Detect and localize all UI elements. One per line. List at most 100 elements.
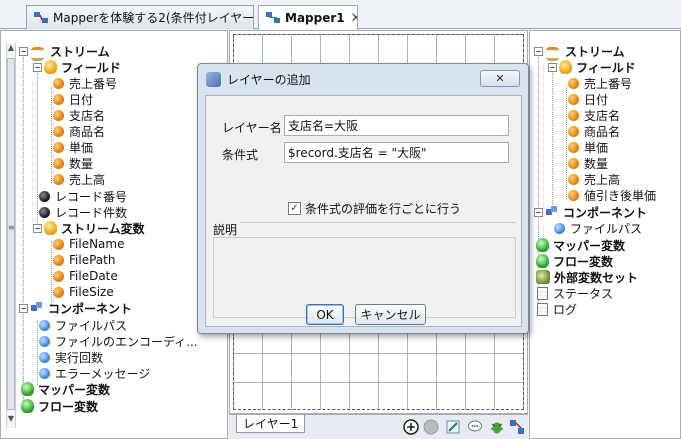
tree-field-item[interactable]: 売上番号 bbox=[568, 75, 632, 91]
tab-mapper-tutorial[interactable]: Mapperを体験する2(条件付レイヤー) ✕ bbox=[26, 5, 254, 29]
expander-icon[interactable]: − bbox=[33, 62, 42, 72]
tree-node-mapper-vars[interactable]: マッパー変数 bbox=[21, 381, 110, 397]
tree-field-item[interactable]: 日付 bbox=[53, 91, 93, 107]
tree-component-item[interactable]: ファイルパス bbox=[39, 317, 127, 333]
tree-node-log[interactable]: ログ bbox=[537, 301, 577, 317]
tab-mapper1[interactable]: Mapper1 ✕ bbox=[258, 5, 358, 30]
tree-node-flow-vars[interactable]: フロー変数 bbox=[21, 398, 98, 414]
tree-field-item[interactable]: 数量 bbox=[53, 155, 93, 171]
dialog-titlebar[interactable]: レイヤーの追加 bbox=[198, 64, 528, 94]
condition-label: 条件式 bbox=[222, 148, 259, 162]
tree-node-stream[interactable]: − ストリーム bbox=[534, 43, 625, 61]
close-icon[interactable]: ✕ bbox=[351, 11, 357, 26]
tree-label: ステータス bbox=[553, 286, 614, 301]
tree-node-ext-var-set[interactable]: 外部変数セット bbox=[536, 269, 638, 285]
expander-icon[interactable]: − bbox=[534, 207, 543, 217]
cancel-button[interactable]: キャンセル bbox=[355, 304, 426, 325]
tree-node-component[interactable]: − コンポーネント bbox=[534, 204, 647, 220]
tree-field-item[interactable]: 売上番号 bbox=[53, 75, 117, 91]
tree-stream-var-item[interactable]: FileSize bbox=[53, 284, 114, 300]
tree-label: コンポーネント bbox=[563, 205, 648, 220]
expander-icon[interactable]: − bbox=[33, 223, 42, 233]
tree-component-item[interactable]: ファイルパス bbox=[554, 220, 642, 236]
close-icon[interactable]: ✕ bbox=[480, 70, 520, 87]
field-icon bbox=[53, 93, 64, 105]
field-icon bbox=[53, 125, 64, 137]
grip-icon: ≡ bbox=[8, 223, 15, 232]
comment-icon[interactable] bbox=[466, 418, 484, 436]
tree-node-status[interactable]: ステータス bbox=[537, 285, 613, 301]
tree-stream-var-item[interactable]: FileName bbox=[53, 236, 124, 252]
tree-field-item[interactable]: 支店名 bbox=[53, 107, 105, 123]
tree-field-item[interactable]: 単価 bbox=[568, 139, 608, 155]
tree-field-item[interactable]: 日付 bbox=[568, 91, 608, 107]
expander-icon[interactable]: − bbox=[19, 46, 28, 56]
tree-component-item[interactable]: ファイルのエンコーディ... bbox=[39, 333, 198, 349]
tree-label: 実行回数 bbox=[55, 350, 104, 365]
tree-component-item[interactable]: 実行回数 bbox=[39, 349, 103, 365]
field-icon bbox=[568, 157, 579, 169]
tree-label: レコード番号 bbox=[55, 189, 128, 204]
tree-label: 支店名 bbox=[69, 108, 106, 123]
layer-name-input[interactable] bbox=[284, 115, 509, 136]
vertical-scrollbar[interactable]: ▲ ≡ ▼ bbox=[6, 43, 16, 428]
tree-field-item[interactable]: 売上高 bbox=[53, 171, 105, 187]
add-layer-icon[interactable] bbox=[402, 418, 420, 436]
per-row-eval-option[interactable]: ✓ 条件式の評価を行ごとに行う bbox=[288, 200, 461, 217]
mapper-settings-icon[interactable] bbox=[508, 418, 526, 436]
tree-node-fields[interactable]: − フィールド bbox=[548, 59, 636, 75]
tree-label: 売上高 bbox=[584, 172, 621, 187]
scroll-down-icon[interactable]: ▼ bbox=[7, 414, 15, 423]
tree-field-item[interactable]: 支店名 bbox=[568, 107, 620, 123]
expander-icon[interactable]: − bbox=[548, 62, 557, 72]
remove-layer-icon[interactable] bbox=[422, 418, 440, 436]
tree-label: 商品名 bbox=[69, 124, 106, 139]
mapper-icon bbox=[265, 11, 281, 25]
ok-button[interactable]: OK bbox=[306, 304, 344, 325]
tree-stream-var-item[interactable]: FilePath bbox=[53, 252, 115, 268]
layer-icon bbox=[206, 71, 221, 87]
tree-field-item[interactable]: 数量 bbox=[568, 155, 608, 171]
expander-icon[interactable]: − bbox=[19, 303, 28, 313]
tree-field-item[interactable]: 値引き後単価 bbox=[568, 187, 656, 203]
tree-node-flow-vars[interactable]: フロー変数 bbox=[536, 253, 613, 269]
layer-tab[interactable]: レイヤー1 bbox=[236, 415, 306, 433]
edit-layer-icon[interactable] bbox=[444, 418, 462, 436]
field-icon bbox=[568, 189, 579, 201]
tree-node-fields[interactable]: − フィールド bbox=[33, 59, 121, 75]
tree-stream-var-item[interactable]: FileDate bbox=[53, 268, 118, 284]
tree-node-stream[interactable]: − ストリーム bbox=[19, 43, 110, 61]
tree-label: コンポーネント bbox=[48, 301, 133, 316]
expander-icon[interactable]: − bbox=[534, 46, 543, 56]
tree-label: 値引き後単価 bbox=[584, 188, 657, 203]
tree-node-stream-vars[interactable]: − ストリーム変数 bbox=[33, 220, 145, 236]
tree-node-record-number[interactable]: レコード番号 bbox=[39, 188, 127, 204]
tree-node-component[interactable]: − コンポーネント bbox=[19, 300, 132, 316]
stream-icon bbox=[30, 44, 46, 61]
tree-label: 数量 bbox=[69, 156, 94, 171]
variable-icon bbox=[53, 238, 64, 250]
stream-icon bbox=[545, 44, 561, 61]
tree-field-item[interactable]: 単価 bbox=[53, 139, 93, 155]
tree-node-record-count[interactable]: レコード件数 bbox=[39, 204, 127, 220]
tree-label: エラーメッセージ bbox=[55, 366, 151, 381]
condition-input[interactable] bbox=[284, 142, 509, 163]
tree-field-item[interactable]: 商品名 bbox=[568, 123, 620, 139]
tree-label: FilePath bbox=[69, 253, 116, 267]
component-icon bbox=[30, 301, 44, 315]
tree-node-mapper-vars[interactable]: マッパー変数 bbox=[536, 237, 625, 253]
scroll-thumb[interactable] bbox=[7, 58, 15, 410]
variable-icon bbox=[53, 286, 64, 298]
debug-icon[interactable] bbox=[488, 418, 506, 436]
tree-field-item[interactable]: 売上高 bbox=[568, 171, 620, 187]
tree-label: 数量 bbox=[584, 156, 609, 171]
tree-field-item[interactable]: 商品名 bbox=[53, 123, 105, 139]
field-icon bbox=[568, 173, 579, 185]
tree-label: フロー変数 bbox=[38, 399, 99, 414]
scroll-up-icon[interactable]: ▲ bbox=[7, 43, 15, 52]
tree-component-item[interactable]: エラーメッセージ bbox=[39, 365, 150, 381]
tab-label: Mapperを体験する2(条件付レイヤー) bbox=[53, 11, 254, 25]
tree-label: 単価 bbox=[584, 140, 609, 155]
per-row-eval-checkbox[interactable]: ✓ bbox=[288, 202, 301, 215]
tree-label: フィールド bbox=[61, 60, 121, 75]
